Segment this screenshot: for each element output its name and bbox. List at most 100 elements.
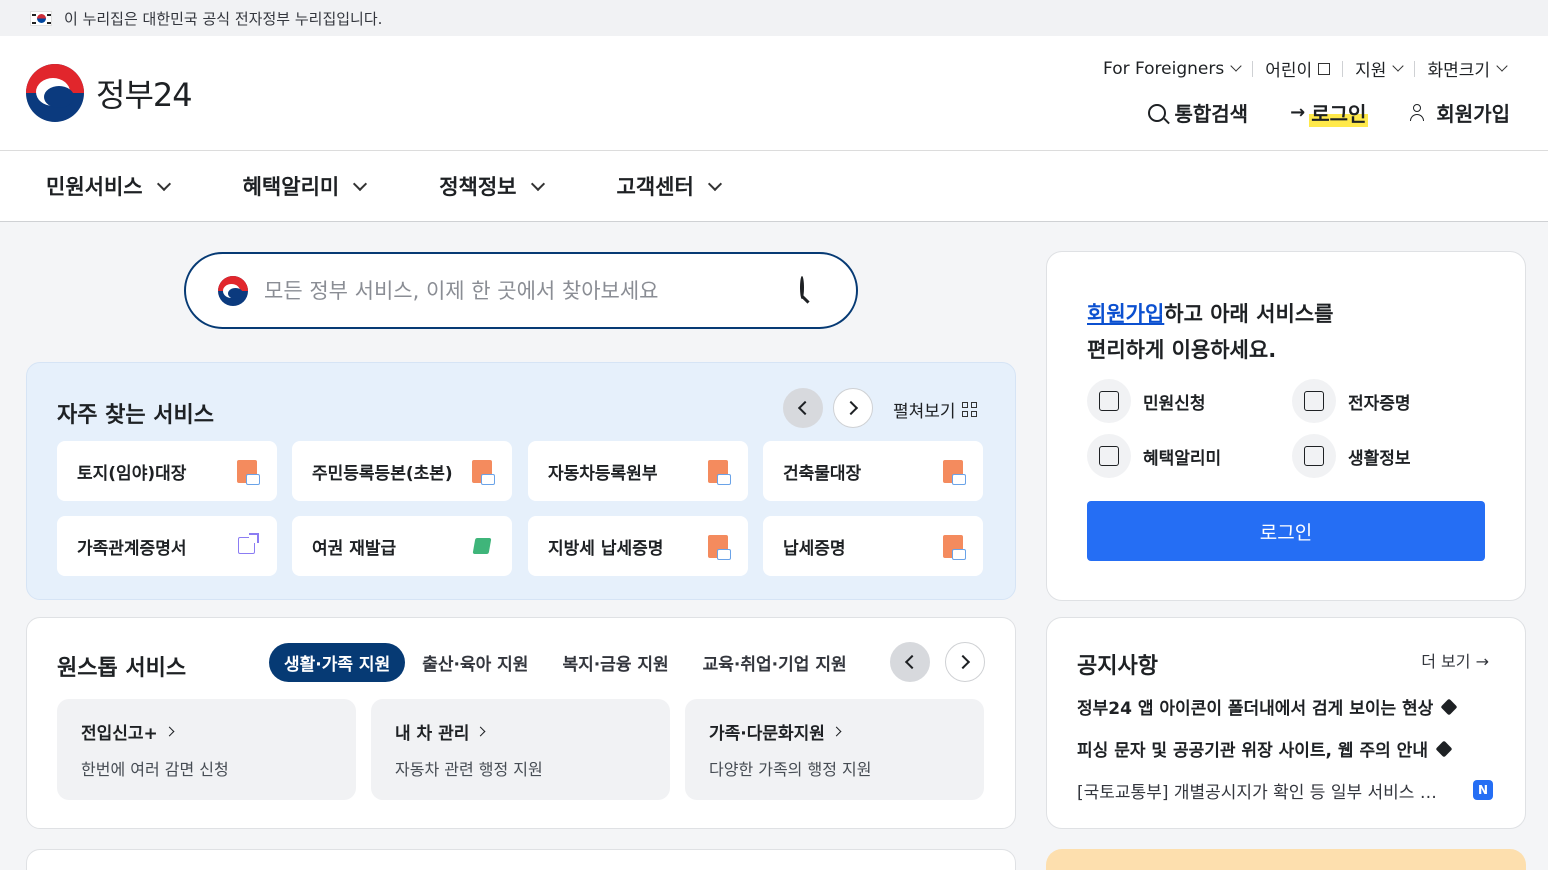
tab-education-employment[interactable]: 교육·취업·기업 지원: [686, 643, 864, 682]
support-menu[interactable]: 지원: [1343, 56, 1414, 81]
service-label: 생활정보: [1348, 448, 1411, 469]
integrated-search-button[interactable]: 통합검색: [1148, 98, 1248, 127]
notice-item-text: 정부24 앱 아이콘이 폴더내에서 검게 보이는 현상: [1077, 699, 1434, 719]
expand-button[interactable]: 펼쳐보기: [893, 397, 977, 422]
pdf-icon: [708, 460, 731, 485]
tab-welfare-finance[interactable]: 복지·금융 지원: [545, 643, 685, 682]
gnb-label: 정책정보: [439, 175, 517, 199]
service-card-label: 주민등록등본(초본): [312, 463, 453, 484]
new-badge: N: [1473, 780, 1493, 800]
service-label: 혜택알리미: [1143, 448, 1222, 469]
prev-button[interactable]: [783, 388, 823, 428]
tab-birth-childcare[interactable]: 출산·육아 지원: [405, 643, 545, 682]
support-label: 지원: [1355, 61, 1387, 81]
service-civil-application[interactable]: 민원신청: [1087, 379, 1206, 423]
service-card[interactable]: 가족관계증명서: [57, 516, 277, 576]
kids-label: 어린이: [1265, 61, 1313, 81]
service-card[interactable]: 자동차등록원부: [528, 441, 748, 501]
notice-more-link[interactable]: 더 보기 →: [1421, 648, 1489, 672]
gnb-item-civil-service[interactable]: 민원서비스: [46, 171, 171, 201]
external-link-icon: [1318, 62, 1331, 75]
pin-icon: [1440, 698, 1458, 715]
service-e-certificate[interactable]: 전자증명: [1292, 379, 1411, 423]
login-arrow-icon: →: [1290, 102, 1306, 123]
login-button[interactable]: 로그인: [1087, 501, 1485, 561]
gnb-item-customer-center[interactable]: 고객센터: [616, 171, 722, 201]
service-card-label: 자동차등록원부: [548, 463, 658, 484]
signup-inline-link[interactable]: 회원가입: [1087, 302, 1164, 326]
service-card[interactable]: 건축물대장: [763, 441, 983, 501]
service-card[interactable]: 납세증명: [763, 516, 983, 576]
envelope-icon: [1087, 379, 1131, 423]
service-card[interactable]: 지방세 납세증명: [528, 516, 748, 576]
service-label: 민원신청: [1143, 393, 1206, 414]
id-card-icon: [1292, 379, 1336, 423]
login-panel: 회원가입하고 아래 서비스를 편리하게 이용하세요. 민원신청 전자증명 혜택알…: [1046, 251, 1526, 601]
notice-title: 공지사항: [1077, 654, 1158, 679]
pen-icon: [472, 538, 492, 554]
onestop-card[interactable]: 가족·다문화지원 다양한 가족의 행정 지원: [685, 699, 984, 800]
service-card-label: 건축물대장: [783, 463, 862, 484]
for-foreigners-menu[interactable]: For Foreigners: [1091, 59, 1252, 79]
pin-icon: [1435, 740, 1453, 757]
gov-banner: 이 누리집은 대한민국 공식 전자정부 누리집입니다.: [0, 0, 1548, 36]
login-label: 로그인: [1309, 98, 1369, 127]
notice-item[interactable]: 피싱 문자 및 공공기관 위장 사이트, 웹 주의 안내: [1077, 736, 1497, 761]
chevron-right-icon: [955, 654, 971, 670]
chevron-left-icon: [904, 654, 920, 670]
expand-label: 펼쳐보기: [893, 402, 956, 422]
frequent-services-title: 자주 찾는 서비스: [57, 403, 214, 428]
gnb-item-benefits[interactable]: 혜택알리미: [242, 171, 368, 201]
onestop-card-title: 가족·다문화지원: [709, 724, 825, 744]
promo-panel: [1046, 849, 1526, 870]
logo[interactable]: 정부24: [26, 64, 193, 122]
main-nav: 민원서비스 혜택알리미 정책정보 고객센터: [0, 151, 1548, 222]
chevron-right-icon: [843, 400, 859, 416]
next-button[interactable]: [945, 642, 985, 682]
chevron-down-icon: [1496, 60, 1508, 72]
taegeuk-logo-icon: [218, 275, 248, 306]
grid-icon: [961, 402, 977, 417]
notice-item-text: [국토교통부] 개별공시지가 확인 등 일부 서비스 일시 중단 안내: [1077, 783, 1447, 803]
service-benefit-alert[interactable]: 혜택알리미: [1087, 434, 1221, 478]
gnb-label: 혜택알리미: [242, 175, 340, 199]
notice-item[interactable]: 정부24 앱 아이콘이 폴더내에서 검게 보이는 현상: [1077, 694, 1497, 719]
search-input[interactable]: [264, 278, 784, 303]
logo-text: 정부24: [96, 76, 193, 114]
notice-item[interactable]: [국토교통부] 개별공시지가 확인 등 일부 서비스 일시 중단 안내: [1077, 778, 1447, 803]
chevron-right-icon: [831, 726, 842, 737]
search-submit-button[interactable]: [800, 276, 828, 306]
service-card[interactable]: 주민등록등본(초본): [292, 441, 512, 501]
arrow-right-icon: →: [1475, 652, 1489, 671]
service-card-label: 가족관계증명서: [77, 538, 187, 559]
header-actions: 통합검색 → 로그인 회원가입: [1106, 98, 1510, 127]
signup-link[interactable]: 회원가입: [1410, 98, 1510, 127]
onestop-card-desc: 다양한 가족의 행정 지원: [709, 760, 872, 779]
onestop-card-desc: 한번에 여러 감면 신청: [81, 760, 229, 779]
kids-link[interactable]: 어린이: [1253, 56, 1342, 81]
tab-life-family[interactable]: 생활·가족 지원: [269, 643, 406, 682]
onestop-card[interactable]: 전입신고+ 한번에 여러 감면 신청: [57, 699, 356, 800]
service-card[interactable]: 여권 재발급: [292, 516, 512, 576]
onestop-services-panel: 원스톱 서비스 생활·가족 지원 출산·육아 지원 복지·금융 지원 교육·취업…: [26, 617, 1016, 829]
login-message: 회원가입하고 아래 서비스를 편리하게 이용하세요.: [1087, 296, 1333, 368]
prev-button[interactable]: [890, 642, 930, 682]
onestop-card-title: 전입신고+: [81, 724, 158, 744]
next-button[interactable]: [833, 388, 873, 428]
onestop-card[interactable]: 내 차 관리 자동차 관련 행정 지원: [371, 699, 670, 800]
pdf-icon: [943, 460, 966, 485]
gnb-label: 고객센터: [616, 175, 694, 199]
pdf-icon: [472, 460, 495, 485]
taegeuk-logo-icon: [26, 64, 84, 122]
gift-icon: [1087, 434, 1131, 478]
chevron-down-icon: [1230, 60, 1242, 72]
chevron-right-icon: [164, 726, 175, 737]
chevron-down-icon: [156, 176, 171, 191]
service-card[interactable]: 토지(임야)대장: [57, 441, 277, 501]
gnb-item-policy[interactable]: 정책정보: [439, 171, 545, 201]
service-life-info[interactable]: 생활정보: [1292, 434, 1411, 478]
display-size-menu[interactable]: 화면크기: [1415, 56, 1518, 81]
login-link[interactable]: → 로그인: [1290, 98, 1369, 127]
search-icon: [1148, 103, 1167, 122]
pdf-icon: [708, 535, 731, 560]
